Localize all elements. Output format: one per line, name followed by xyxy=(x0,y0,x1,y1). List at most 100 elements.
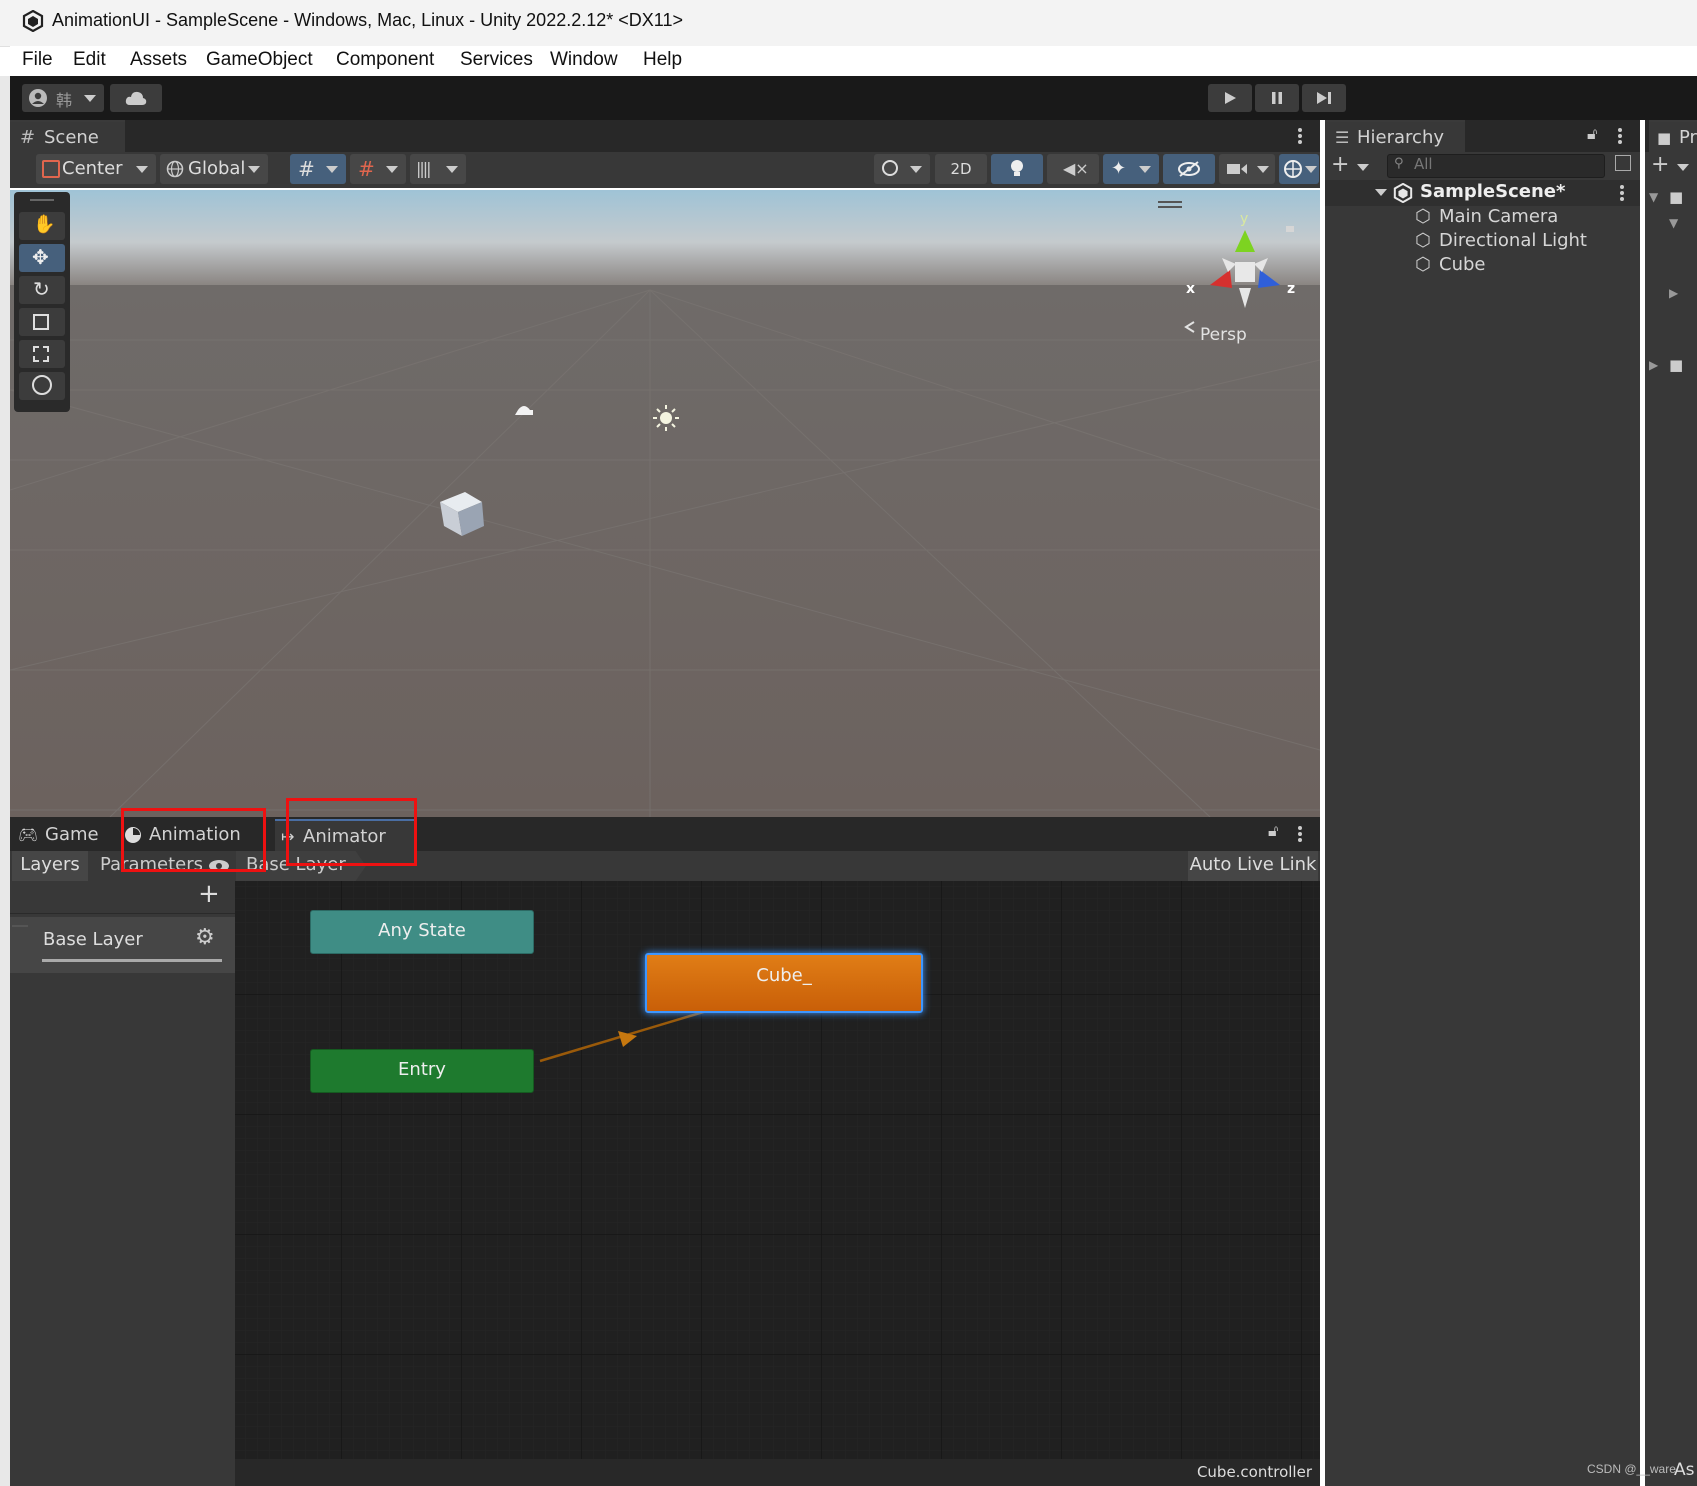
gear-icon[interactable]: ⚙ xyxy=(195,925,215,950)
rect-tool[interactable] xyxy=(19,340,65,368)
space-dropdown[interactable]: Global xyxy=(160,154,268,184)
collapse-arrow-icon[interactable]: ▶ xyxy=(1669,286,1678,300)
play-icon xyxy=(1225,92,1236,104)
layer-item-base[interactable]: Base Layer ⚙ xyxy=(10,917,235,973)
chevron-down-icon xyxy=(248,166,260,173)
chevron-down-icon xyxy=(1305,166,1317,173)
scale-tool[interactable] xyxy=(19,308,65,336)
project-tab-label: Pr xyxy=(1679,127,1697,148)
audio-toggle[interactable]: ◀× xyxy=(1047,154,1099,184)
menu-help[interactable]: Help xyxy=(643,49,682,71)
add-layer-button[interactable]: + xyxy=(198,879,220,909)
hierarchy-search[interactable]: ⚲ All xyxy=(1387,154,1605,178)
pivot-dropdown[interactable]: Center xyxy=(36,154,156,184)
lock-icon[interactable]: 🔓︎ xyxy=(1268,821,1278,841)
more-options-icon[interactable] xyxy=(1297,825,1303,843)
space-label: Global xyxy=(188,158,246,179)
tab-game[interactable]: 🎮︎ Game xyxy=(10,819,122,851)
shading-mode-button[interactable] xyxy=(874,154,930,184)
cloud-button[interactable] xyxy=(110,84,162,112)
main-toolbar: 韩 xyxy=(10,76,1697,120)
rotate-icon: ↻ xyxy=(33,277,50,301)
auto-live-link-toggle[interactable]: Auto Live Link xyxy=(1188,851,1318,881)
pause-button[interactable] xyxy=(1255,84,1299,112)
chevron-down-icon[interactable] xyxy=(1677,164,1689,171)
hierarchy-tab-label: Hierarchy xyxy=(1357,127,1445,148)
expand-arrow-icon[interactable]: ▼ xyxy=(1649,190,1658,204)
state-any-state[interactable]: Any State xyxy=(310,910,534,954)
menu-component[interactable]: Component xyxy=(336,49,434,71)
chevron-down-icon xyxy=(446,166,458,173)
assets-footer-label: As xyxy=(1674,1460,1695,1480)
hand-tool[interactable]: ✋ xyxy=(19,212,65,240)
expand-arrow-icon[interactable]: ▼ xyxy=(1669,216,1678,230)
menu-file[interactable]: File xyxy=(22,49,53,71)
gizmo-axis-y: y xyxy=(1240,211,1248,227)
rotate-tool[interactable]: ↻ xyxy=(19,276,65,304)
state-label: Cube_ xyxy=(756,965,812,986)
gizmos-button[interactable] xyxy=(1279,154,1319,184)
scene-tab-label: Scene xyxy=(44,127,99,148)
account-dropdown[interactable]: 韩 xyxy=(22,84,104,112)
chevron-down-icon[interactable] xyxy=(1357,164,1369,171)
state-label: Any State xyxy=(378,920,466,941)
drag-handle[interactable] xyxy=(30,199,54,201)
hierarchy-panel: + ⚲ All SampleScene* ⬡ Main Camera ⬡ Dir… xyxy=(1325,152,1640,1486)
layers-tab[interactable]: Layers xyxy=(12,851,88,881)
more-options-icon[interactable] xyxy=(1619,184,1625,202)
projection-label: Persp xyxy=(1200,325,1247,345)
search-placeholder: All xyxy=(1414,155,1433,173)
gizmo-axis-x: x xyxy=(1186,281,1195,297)
toggle-2d-button[interactable]: 2D xyxy=(935,154,987,184)
move-tool[interactable]: ✥ xyxy=(19,244,65,272)
grid-snapping-button[interactable]: # xyxy=(290,154,346,184)
add-icon[interactable]: + xyxy=(1331,152,1349,177)
menu-assets[interactable]: Assets xyxy=(130,49,187,71)
rect-icon xyxy=(33,346,49,362)
menu-edit[interactable]: Edit xyxy=(73,49,106,71)
window-title: AnimationUI - SampleScene - Windows, Mac… xyxy=(52,10,683,30)
tab-project[interactable]: ■ Pr xyxy=(1649,120,1697,154)
effects-toggle[interactable]: ✦ xyxy=(1103,154,1159,184)
add-icon[interactable]: + xyxy=(1651,152,1669,177)
state-entry[interactable]: Entry xyxy=(310,1049,534,1093)
highlight-animator-tab xyxy=(286,798,417,866)
scale-icon xyxy=(33,314,49,330)
lock-icon[interactable]: 🔓︎ xyxy=(1587,124,1597,144)
transform-tool[interactable] xyxy=(19,372,65,400)
state-label: Entry xyxy=(398,1059,446,1080)
menu-window[interactable]: Window xyxy=(550,49,618,71)
collapse-arrow-icon[interactable]: ▶ xyxy=(1649,358,1658,372)
scene-search-icon[interactable] xyxy=(1615,155,1631,171)
scene-viewport[interactable]: y x z Persp xyxy=(10,190,1320,817)
window-titlebar: AnimationUI - SampleScene - Windows, Mac… xyxy=(0,0,1697,47)
camera-settings-button[interactable] xyxy=(1219,154,1275,184)
scene-tools-overlay: ✋ ✥ ↻ xyxy=(14,192,70,412)
more-options-icon[interactable] xyxy=(1617,127,1623,145)
tab-hierarchy[interactable]: ☰ Hierarchy xyxy=(1325,120,1465,154)
scene-visibility-toggle[interactable] xyxy=(1163,154,1215,184)
menu-bar: File Edit Assets GameObject Component Se… xyxy=(10,46,1697,76)
menu-gameobject[interactable]: GameObject xyxy=(206,49,313,71)
tab-scene[interactable]: # Scene xyxy=(10,120,125,154)
hierarchy-item-directional-light[interactable]: ⬡ Directional Light xyxy=(1415,230,1635,254)
more-options-icon[interactable] xyxy=(1297,127,1303,145)
window-edge xyxy=(0,76,10,1486)
animator-graph[interactable]: Any State Cube_ Entry xyxy=(235,881,1320,1459)
play-button[interactable] xyxy=(1208,84,1252,112)
drag-handle[interactable] xyxy=(12,925,28,927)
lighting-toggle[interactable] xyxy=(991,154,1043,184)
shading-icon xyxy=(882,160,898,176)
hierarchy-item-cube[interactable]: ⬡ Cube xyxy=(1415,254,1635,278)
hierarchy-item-main-camera[interactable]: ⬡ Main Camera xyxy=(1415,206,1635,230)
increment-snap-button[interactable]: # xyxy=(350,154,406,184)
step-button[interactable] xyxy=(1302,84,1346,112)
chevron-down-icon[interactable] xyxy=(1375,189,1387,196)
scene-tab-row: # Scene xyxy=(10,120,1320,154)
pivot-icon xyxy=(42,160,60,178)
scene-row[interactable]: SampleScene* xyxy=(1325,180,1640,206)
state-cube[interactable]: Cube_ xyxy=(645,953,923,1013)
menu-services[interactable]: Services xyxy=(460,49,533,71)
ruler-button[interactable]: |||| xyxy=(410,154,466,184)
hierarchy-item-label: Directional Light xyxy=(1439,230,1587,251)
